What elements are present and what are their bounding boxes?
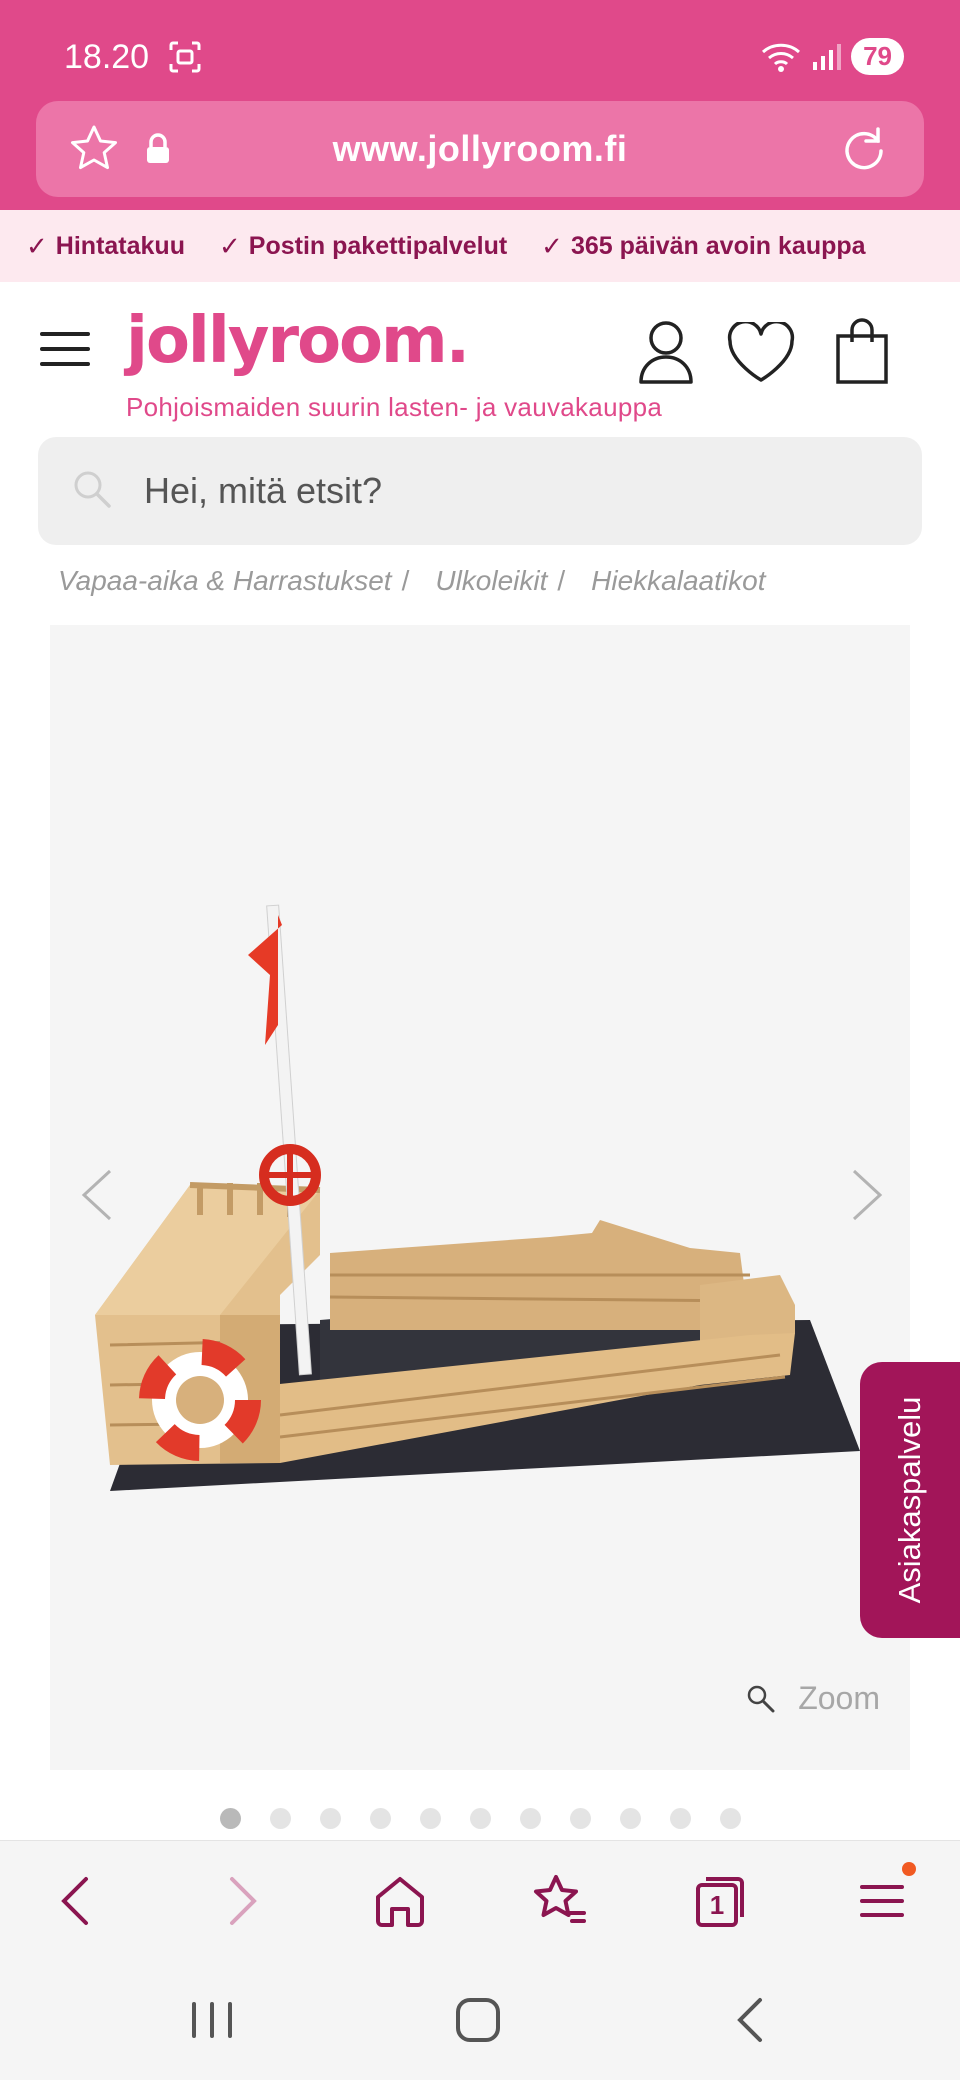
site-tagline: Pohjoismaiden suurin lasten- ja vauvakau… bbox=[126, 392, 663, 422]
breadcrumb-link[interactable]: Vapaa-aika & Harrastukset bbox=[58, 565, 392, 597]
address-bar[interactable]: www.jollyroom.fi bbox=[36, 101, 924, 197]
check-icon: ✓ bbox=[541, 230, 563, 261]
gallery-dot[interactable] bbox=[319, 1808, 341, 1829]
usp-label: 365 päivän avoin kauppa bbox=[570, 231, 866, 260]
forward-icon[interactable] bbox=[210, 1871, 270, 1931]
signal-icon bbox=[813, 43, 842, 70]
site-logo[interactable]: jollyroom. bbox=[126, 304, 470, 378]
zoom-label: Zoom bbox=[798, 1680, 880, 1716]
wifi-icon bbox=[762, 43, 801, 72]
gallery-dot[interactable] bbox=[519, 1808, 541, 1829]
usp-bar: ✓ Hintatakuu ✓ Postin pakettipalvelut ✓ 365… bbox=[0, 210, 960, 282]
shopping-bag-icon[interactable] bbox=[834, 318, 890, 386]
account-icon[interactable] bbox=[636, 318, 696, 384]
breadcrumb-separator: / bbox=[557, 565, 566, 596]
gallery-dot[interactable] bbox=[619, 1808, 641, 1829]
gallery-dot[interactable] bbox=[419, 1808, 441, 1829]
gallery-pagination bbox=[0, 1808, 960, 1829]
status-bar: 18.20 79 www.jollyroom.fi bbox=[0, 0, 960, 210]
usp-label: Hintatakuu bbox=[55, 231, 185, 260]
gallery-dot[interactable] bbox=[719, 1808, 741, 1829]
usp-item: ✓ Hintatakuu bbox=[26, 231, 185, 262]
notification-dot bbox=[902, 1862, 916, 1876]
battery-level: 79 bbox=[851, 38, 904, 75]
gallery-next-arrow-icon[interactable] bbox=[848, 1165, 888, 1225]
product-image[interactable] bbox=[50, 625, 910, 1770]
check-icon: ✓ bbox=[218, 230, 241, 261]
gallery-dot[interactable] bbox=[469, 1808, 491, 1829]
bookmarks-icon[interactable] bbox=[530, 1871, 590, 1931]
product-image-gallery[interactable] bbox=[50, 625, 910, 1770]
gallery-dot[interactable] bbox=[669, 1808, 691, 1829]
status-time: 18.20 bbox=[64, 38, 150, 76]
wishlist-heart-icon[interactable] bbox=[726, 322, 796, 384]
url-text[interactable]: www.jollyroom.fi bbox=[36, 128, 924, 170]
zoom-button[interactable]: Zoom bbox=[746, 1680, 880, 1717]
tabs-count: 1 bbox=[709, 1890, 725, 1920]
check-icon: ✓ bbox=[26, 230, 48, 261]
search-icon bbox=[74, 471, 111, 508]
usp-label: Postin pakettipalvelut bbox=[248, 231, 508, 260]
search-input[interactable] bbox=[144, 437, 884, 545]
tabs-button[interactable]: 1 bbox=[690, 1871, 750, 1931]
screenshot-icon bbox=[169, 41, 201, 73]
home-icon[interactable] bbox=[370, 1871, 430, 1931]
zoom-magnifier-icon bbox=[747, 1685, 775, 1712]
site-header: jollyroom. Pohjoismaiden suurin lasten- … bbox=[0, 282, 960, 432]
search-box[interactable] bbox=[38, 437, 922, 545]
gallery-dot[interactable] bbox=[269, 1808, 291, 1829]
gallery-dot[interactable] bbox=[219, 1808, 241, 1829]
back-icon[interactable] bbox=[48, 1871, 108, 1931]
gallery-prev-arrow-icon[interactable] bbox=[76, 1165, 116, 1225]
recent-apps-icon[interactable] bbox=[184, 1990, 240, 2050]
customer-service-label: Asiakaspalvelu bbox=[892, 1396, 927, 1604]
home-button-icon[interactable] bbox=[448, 1990, 508, 2050]
status-right: 79 bbox=[761, 38, 904, 75]
customer-service-button[interactable]: Asiakaspalvelu bbox=[860, 1362, 960, 1638]
flag bbox=[248, 915, 282, 1045]
usp-item: ✓ Postin pakettipalvelut bbox=[219, 231, 507, 262]
breadcrumb-link[interactable]: Hiekkalaatikot bbox=[591, 565, 765, 597]
reload-icon[interactable] bbox=[838, 123, 890, 175]
breadcrumb-link[interactable]: Ulkoleikit bbox=[435, 565, 547, 597]
breadcrumb-separator: / bbox=[401, 565, 410, 596]
gallery-dot[interactable] bbox=[569, 1808, 591, 1829]
system-back-icon[interactable] bbox=[722, 1990, 778, 2050]
menu-hamburger-icon[interactable] bbox=[40, 332, 90, 366]
usp-item: ✓ 365 päivän avoin kauppa bbox=[541, 231, 865, 262]
system-nav-bar bbox=[0, 1960, 960, 2080]
breadcrumb: Vapaa-aika & Harrastukset / Ulkoleikit / H… bbox=[58, 565, 765, 597]
gallery-dot[interactable] bbox=[369, 1808, 391, 1829]
browser-toolbar: 1 bbox=[0, 1840, 960, 1960]
page: 18.20 79 www.jollyroom.fi ✓ Hintatakuu ✓… bbox=[0, 0, 960, 2080]
browser-menu-icon[interactable] bbox=[852, 1871, 912, 1931]
